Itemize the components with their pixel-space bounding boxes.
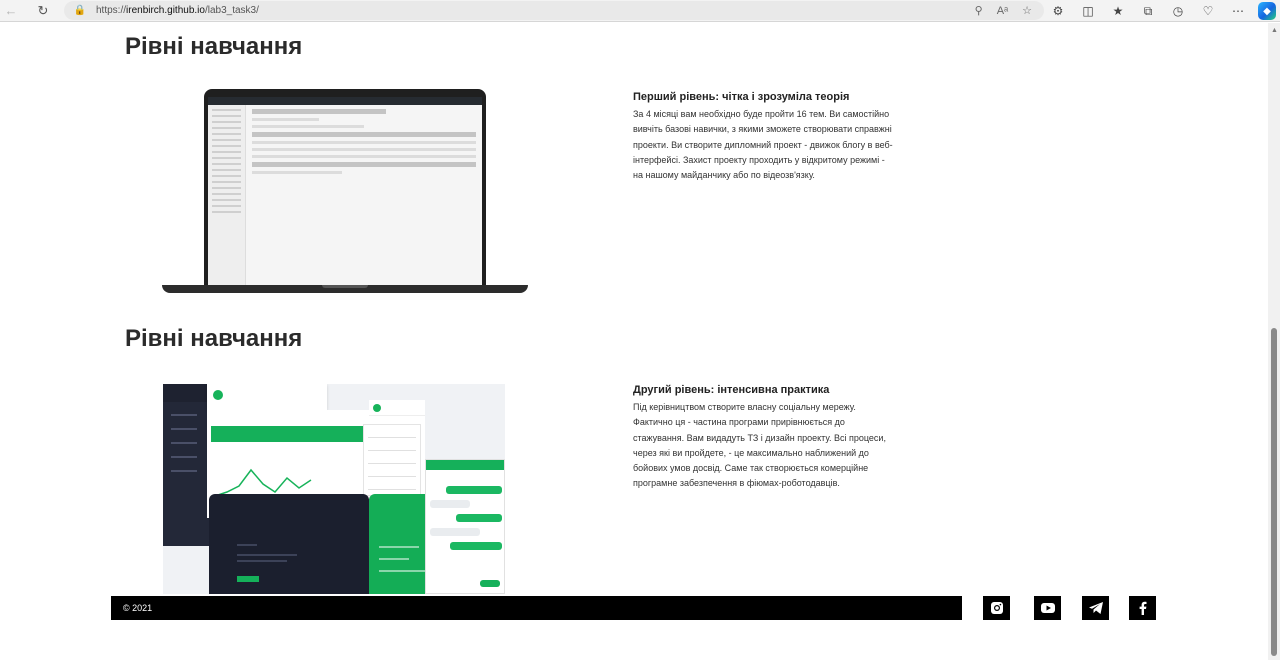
- telegram-icon[interactable]: [1082, 596, 1109, 620]
- level-text-1: За 4 місяці вам необхідно буде пройти 16…: [633, 109, 893, 181]
- laptop-wordpress-image: [162, 89, 528, 295]
- back-button[interactable]: ←: [0, 0, 22, 22]
- level-title-2: Другий рівень: інтенсивна практика: [633, 384, 830, 396]
- more-menu-icon[interactable]: ⋯: [1228, 1, 1248, 21]
- level-title-1: Перший рівень: чітка і зрозуміла теорія: [633, 91, 850, 103]
- split-screen-icon[interactable]: ◫: [1078, 1, 1098, 21]
- collections-icon[interactable]: ⧉: [1138, 1, 1158, 21]
- zoom-icon[interactable]: ⚲: [975, 4, 983, 17]
- copyright-text: © 2021: [123, 603, 153, 613]
- address-bar[interactable]: 🔒 https://irenbirch.github.io/lab3_task3…: [64, 1, 1044, 20]
- page-content: Рівні навчання Перший рівень: чітка і зр…: [0, 23, 1268, 660]
- scrollbar-thumb[interactable]: [1271, 328, 1277, 656]
- history-icon[interactable]: ◷: [1168, 1, 1188, 21]
- favorites-icon[interactable]: ★: [1108, 1, 1128, 21]
- footer-bar: © 2021: [111, 596, 962, 620]
- section-heading-2: Рівні навчання: [125, 325, 303, 352]
- section-heading-1: Рівні навчання: [125, 33, 303, 60]
- refresh-button[interactable]: ↻: [32, 0, 54, 22]
- health-icon[interactable]: ♡: [1198, 1, 1218, 21]
- facebook-icon[interactable]: [1129, 596, 1156, 620]
- scroll-up-icon[interactable]: ▲: [1271, 27, 1278, 34]
- favorite-star-icon[interactable]: ☆: [1022, 4, 1032, 17]
- dashboard-mockup-image: [163, 384, 505, 594]
- instagram-icon[interactable]: [983, 596, 1010, 620]
- browser-toolbar: ← ↻ 🔒 https://irenbirch.github.io/lab3_t…: [0, 0, 1280, 22]
- lock-icon: 🔒: [73, 5, 87, 16]
- extensions-icon[interactable]: ⚙: [1048, 1, 1068, 21]
- url-text: https://irenbirch.github.io/lab3_task3/: [96, 5, 259, 16]
- youtube-icon[interactable]: [1034, 596, 1061, 620]
- level-text-2: Під керівництвом створите власну соціаль…: [633, 402, 886, 489]
- copilot-icon[interactable]: ◆: [1258, 2, 1276, 20]
- read-aloud-icon[interactable]: Aᵃ: [997, 5, 1008, 17]
- page-scrollbar[interactable]: ▲: [1268, 23, 1280, 660]
